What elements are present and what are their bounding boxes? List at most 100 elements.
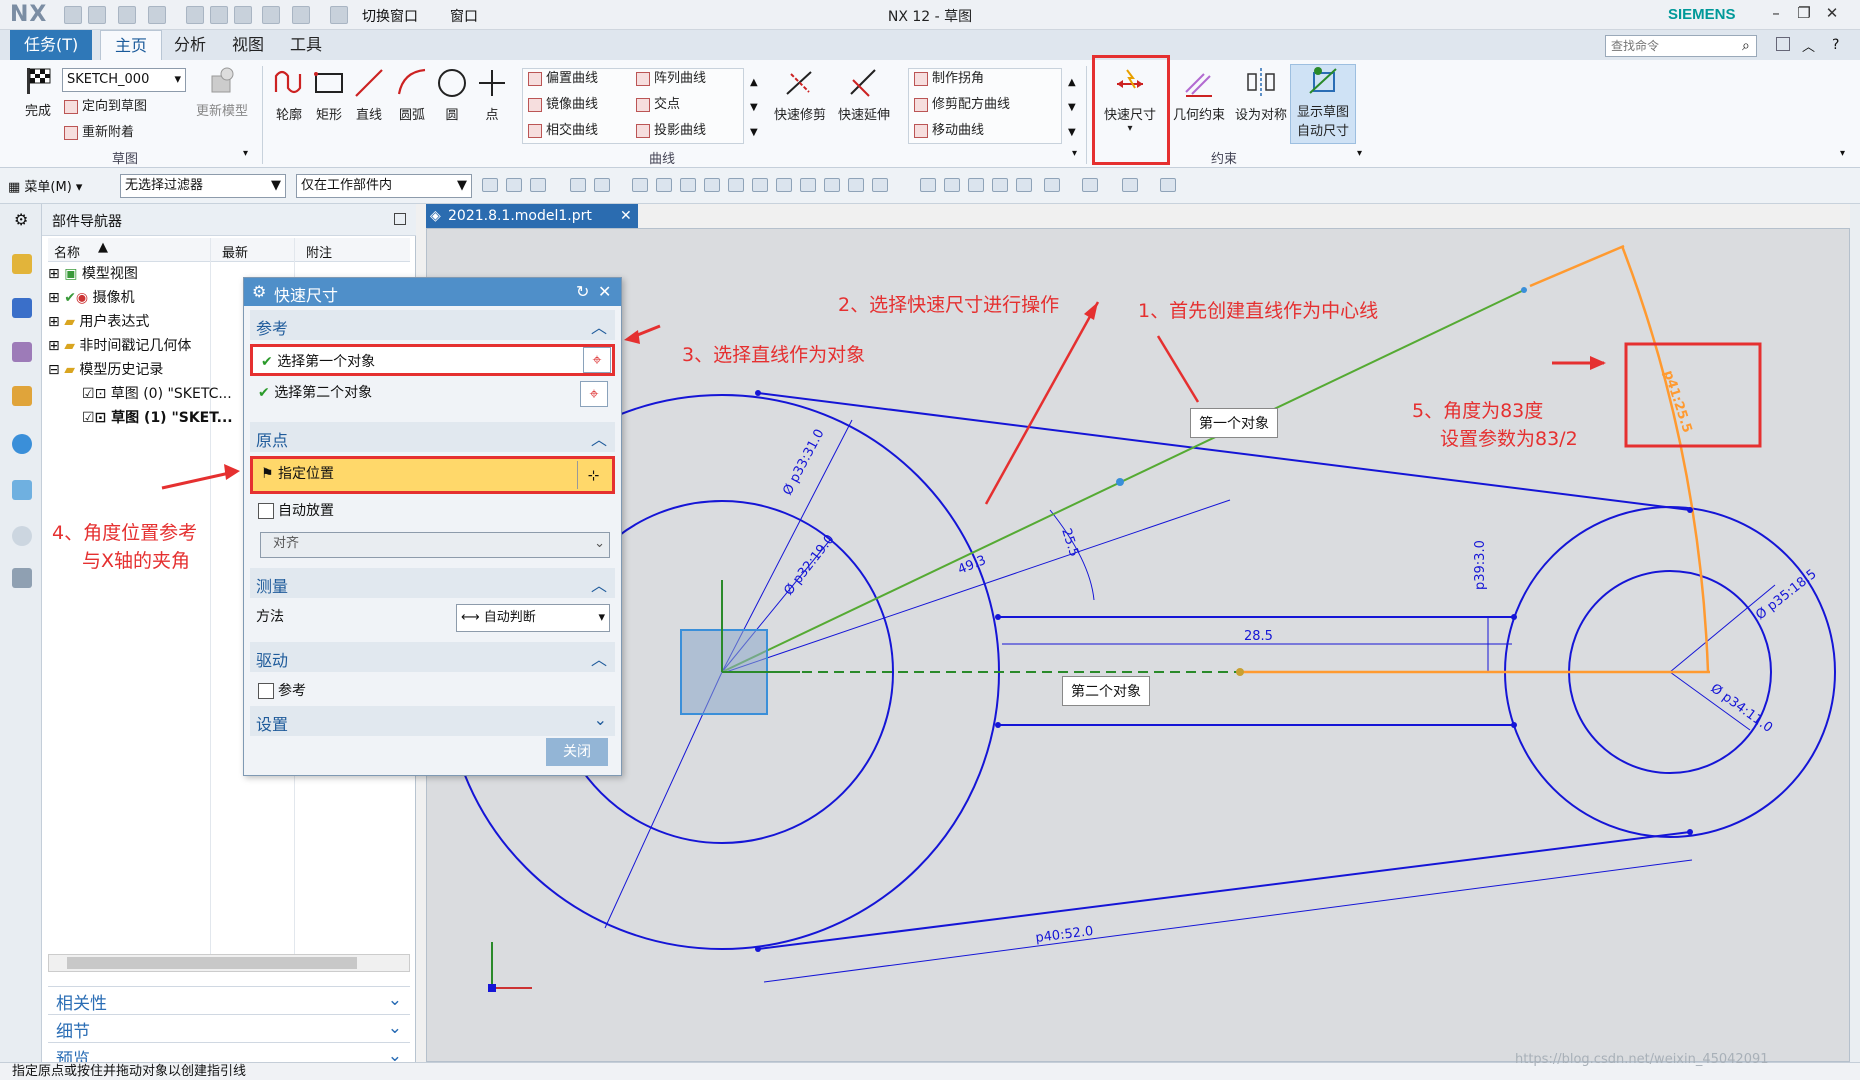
slot-endpoint[interactable] xyxy=(995,614,1001,620)
dialog-title: 快速尺寸 xyxy=(274,286,339,305)
ribbon-more-icon[interactable]: ▾ xyxy=(1840,148,1845,159)
reference-checkbox[interactable] xyxy=(258,683,274,699)
show-auto-dimensions-button[interactable]: 显示草图 自动尺寸 xyxy=(1290,64,1356,144)
section-settings[interactable]: 设置 ⌄ xyxy=(250,706,615,736)
status-text: 指定原点或按住并拖动对象以创建指引线 xyxy=(12,1064,247,1079)
constraint-group-expand-icon[interactable]: ▾ xyxy=(1357,148,1362,159)
snap-icon[interactable] xyxy=(776,178,792,192)
section-drive[interactable]: 驱动 ︿ xyxy=(250,642,615,672)
close-window-button[interactable]: ✕ xyxy=(1818,4,1846,26)
method-select[interactable]: ⟷ 自动判断 ▾ xyxy=(456,604,610,632)
reference-row[interactable]: 参考 xyxy=(250,676,615,706)
chevron-up-icon: ︿ xyxy=(590,576,607,595)
section-measure[interactable]: 测量 ︿ xyxy=(250,568,615,598)
dim-text[interactable]: 25.5 xyxy=(1058,527,1081,559)
angle-dimension-arc[interactable] xyxy=(1620,245,1710,673)
slot-endpoint[interactable] xyxy=(995,722,1001,728)
system-materials-icon[interactable] xyxy=(12,568,32,588)
tangent-line-bottom[interactable] xyxy=(757,831,1691,950)
quick-trim-label: 快速修剪 xyxy=(773,108,826,123)
dim-text[interactable]: Ø p32:19.0 xyxy=(781,532,837,598)
make-symmetric-button[interactable]: 设为对称 xyxy=(1230,66,1292,123)
view-icon[interactable] xyxy=(1122,178,1138,192)
dim-text[interactable]: 28.5 xyxy=(1244,629,1273,644)
snap-icon[interactable] xyxy=(728,178,744,192)
horizontal-scrollbar[interactable] xyxy=(48,954,410,972)
auto-place-checkbox[interactable] xyxy=(258,503,274,519)
midpoint[interactable] xyxy=(1116,478,1124,486)
angle-dim-text[interactable]: p41:25.5 xyxy=(1660,369,1694,435)
ribbon-options-icon[interactable] xyxy=(1776,37,1790,51)
dim-leader xyxy=(1669,584,1776,673)
select-first-object-row[interactable]: ✔ 选择第一个对象 ⌖ xyxy=(250,344,615,376)
rapid-dimension-button[interactable]: 快速尺寸 ▾ xyxy=(1098,66,1162,134)
reset-icon[interactable]: ↻ xyxy=(576,282,589,301)
trim-recipe-curve-button[interactable]: 修剪配方曲线 xyxy=(914,94,1010,116)
dim-line xyxy=(763,859,1693,983)
collapse-ribbon-icon[interactable]: ︿ xyxy=(1802,36,1815,55)
crosshair-icon[interactable]: ⌖ xyxy=(580,381,608,407)
line-endpoint[interactable] xyxy=(1236,668,1244,676)
minimize-button[interactable]: – xyxy=(1762,4,1790,26)
search-icon[interactable]: ⌕ xyxy=(1742,38,1750,54)
select-second-object-row[interactable]: ✔ 选择第二个对象 ⌖ xyxy=(250,378,615,410)
section-origin[interactable]: 原点 ︿ xyxy=(250,422,615,452)
tangent-point[interactable] xyxy=(1687,507,1693,513)
view-icon[interactable] xyxy=(1160,178,1176,192)
snap-icon[interactable] xyxy=(824,178,840,192)
view-icon[interactable] xyxy=(920,178,936,192)
geometric-constraints-button[interactable]: 几何约束 xyxy=(1168,66,1230,123)
panel-details[interactable]: 细节 ⌄ xyxy=(48,1014,410,1042)
rapid-dimension-icon xyxy=(1117,69,1143,89)
align-select[interactable]: 对齐 ⌄ xyxy=(260,532,610,558)
second-object-label: 第二个对象 xyxy=(1062,676,1150,706)
snap-icon[interactable] xyxy=(800,178,816,192)
dimension-origin-icon[interactable]: ⊹ xyxy=(577,461,609,489)
section-reference[interactable]: 参考 ︿ xyxy=(250,310,615,340)
snap-icon[interactable] xyxy=(872,178,888,192)
selected-centerline-extension[interactable] xyxy=(1529,244,1625,288)
quick-extend-button[interactable]: 快速延伸 xyxy=(834,66,894,123)
help-icon[interactable]: ? xyxy=(1832,37,1839,53)
curve-group-expand-icon[interactable]: ▾ xyxy=(1072,148,1077,159)
crosshair-icon[interactable]: ⌖ xyxy=(583,347,611,373)
tangent-point[interactable] xyxy=(755,390,761,396)
edit-gallery-scroll[interactable]: ▲ ▼ ▼ xyxy=(1068,70,1076,145)
slot-endpoint[interactable] xyxy=(1511,722,1517,728)
view-icon[interactable] xyxy=(944,178,960,192)
slot-endpoint[interactable] xyxy=(1511,614,1517,620)
view-icon[interactable] xyxy=(968,178,984,192)
annotation-step-2: 2、选择快速尺寸进行操作 xyxy=(838,294,1060,316)
curve-gallery-scroll[interactable]: ▲ ▼ ▼ xyxy=(750,70,758,145)
tangent-point[interactable] xyxy=(755,946,761,952)
make-corner-label: 制作拐角 xyxy=(932,71,985,86)
rapid-dimension-dropdown-icon[interactable]: ▾ xyxy=(1098,123,1162,134)
close-button[interactable]: 关闭 xyxy=(546,738,608,766)
snap-icon[interactable] xyxy=(704,178,720,192)
history-icon[interactable] xyxy=(12,526,32,546)
right-scroll-bar[interactable] xyxy=(1850,204,1860,1062)
quick-trim-button[interactable]: 快速修剪 xyxy=(770,66,830,123)
move-curve-button[interactable]: 移动曲线 xyxy=(914,120,984,142)
dialog-close-icon[interactable]: ✕ xyxy=(598,282,611,301)
make-corner-button[interactable]: 制作拐角 xyxy=(914,68,984,90)
view-icon[interactable] xyxy=(1082,178,1098,192)
specify-location-row[interactable]: ⚑ 指定位置 ⊹ xyxy=(250,456,615,494)
panel-dependencies[interactable]: 相关性 ⌄ xyxy=(48,986,410,1014)
line-endpoint[interactable] xyxy=(1521,287,1527,293)
tangent-point[interactable] xyxy=(1687,829,1693,835)
dialog-title-bar[interactable]: ⚙ 快速尺寸 ↻ ✕ xyxy=(244,278,621,306)
quick-extend-label: 快速延伸 xyxy=(837,108,890,123)
snap-icon[interactable] xyxy=(752,178,768,192)
dim-text[interactable]: p39:3.0 xyxy=(1473,540,1488,590)
method-value: 自动判断 xyxy=(483,610,536,625)
view-icon[interactable] xyxy=(1044,178,1060,192)
dim-text[interactable]: Ø p33:31.0 xyxy=(780,427,827,498)
restore-button[interactable]: ❐ xyxy=(1790,4,1818,26)
auto-place-row[interactable]: 自动放置 xyxy=(250,496,615,526)
view-icon[interactable] xyxy=(992,178,1008,192)
view-icon[interactable] xyxy=(1016,178,1032,192)
snap-icon[interactable] xyxy=(848,178,864,192)
command-search-input[interactable] xyxy=(1605,35,1757,57)
dim-text[interactable]: 49.3 xyxy=(956,553,988,578)
